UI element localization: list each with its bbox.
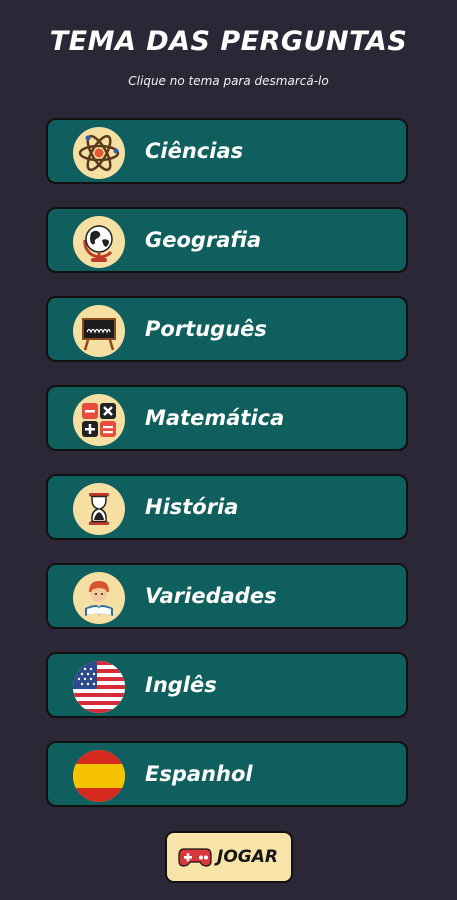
topic-button-geografia[interactable]: Geografia	[46, 207, 408, 273]
topic-label: Geografia	[145, 228, 262, 252]
usa-flag-icon	[73, 661, 125, 713]
topic-button-variedades[interactable]: Variedades	[46, 563, 408, 629]
hourglass-icon	[73, 483, 125, 535]
page-title: TEMA DAS PERGUNTAS	[49, 26, 408, 57]
atom-icon	[73, 127, 125, 179]
topic-button-ciencias[interactable]: Ciências	[46, 118, 408, 184]
spain-flag-icon	[73, 750, 125, 802]
topic-label: Variedades	[145, 584, 277, 608]
topic-label: Português	[145, 317, 267, 341]
topic-button-ingles[interactable]: Inglês	[46, 652, 408, 718]
reading-boy-icon	[73, 572, 125, 624]
topic-button-portugues[interactable]: Português	[46, 296, 408, 362]
topic-label: Matemática	[145, 406, 285, 430]
topic-label: Inglês	[145, 673, 217, 697]
topic-label: História	[145, 495, 239, 519]
chalkboard-icon	[73, 305, 125, 357]
globe-icon	[73, 216, 125, 268]
page-subtitle: Clique no tema para desmarcá-lo	[128, 74, 329, 88]
topic-label: Espanhol	[145, 762, 253, 786]
calculator-symbols-icon	[73, 394, 125, 446]
topic-button-historia[interactable]: História	[46, 474, 408, 540]
play-button-label: JOGAR	[217, 847, 278, 867]
topic-button-espanhol[interactable]: Espanhol	[46, 741, 408, 807]
gamepad-icon	[178, 846, 212, 872]
topic-list: Ciências Geografia Português Matemática …	[46, 118, 412, 830]
play-button[interactable]: JOGAR	[165, 831, 293, 883]
topic-button-matematica[interactable]: Matemática	[46, 385, 408, 451]
topic-label: Ciências	[145, 139, 244, 163]
